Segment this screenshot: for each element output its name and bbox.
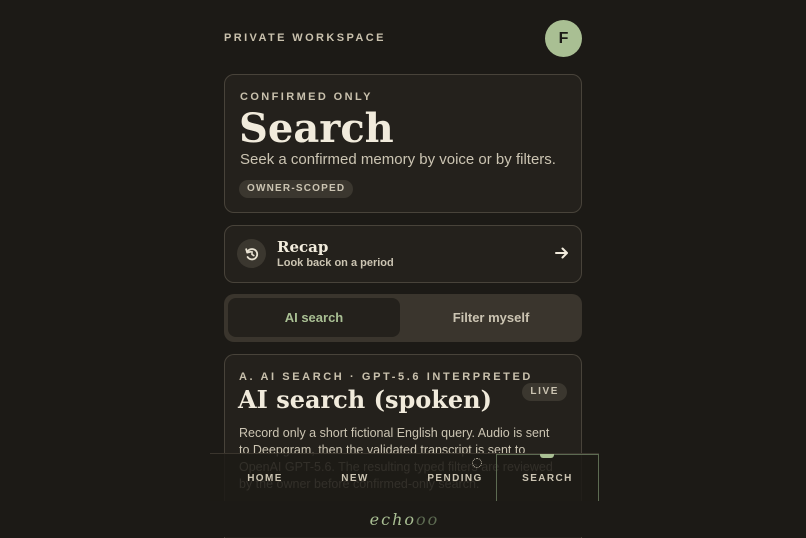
hero-card: CONFIRMED ONLY Search Seek a confirmed m… bbox=[224, 74, 582, 213]
logo-dim: oo bbox=[416, 509, 440, 529]
avatar[interactable]: F bbox=[545, 20, 582, 57]
search-mode-tabs: AI search Filter myself bbox=[224, 294, 582, 342]
active-tab-indicator bbox=[540, 454, 554, 458]
tab-ai-search[interactable]: AI search bbox=[228, 298, 400, 337]
recap-subtitle: Look back on a period bbox=[277, 257, 394, 269]
ai-card-title: AI search (spoken) bbox=[238, 385, 492, 414]
ai-kicker: A. AI SEARCH · GPT-5.6 INTERPRETED bbox=[239, 371, 533, 383]
logo-strong: echo bbox=[369, 509, 417, 529]
live-badge: LIVE bbox=[522, 383, 567, 401]
page-subtitle: Seek a confirmed memory by voice or by f… bbox=[240, 151, 556, 168]
recap-card[interactable]: Recap Look back on a period bbox=[224, 225, 582, 283]
history-icon bbox=[237, 239, 266, 268]
workspace-label: PRIVATE WORKSPACE bbox=[224, 32, 386, 44]
app-logo: echooo bbox=[370, 510, 440, 529]
footer: echooo bbox=[210, 501, 599, 537]
owner-scoped-badge: OWNER-SCOPED bbox=[239, 180, 354, 198]
bottom-nav: HOME NEW PENDING SEARCH bbox=[210, 453, 599, 502]
tab-filter-myself[interactable]: Filter myself bbox=[405, 298, 577, 337]
nav-search[interactable]: SEARCH bbox=[496, 454, 599, 502]
nav-pending[interactable]: PENDING bbox=[415, 454, 495, 502]
page-title: Search bbox=[239, 105, 394, 152]
top-bar: PRIVATE WORKSPACE F bbox=[224, 20, 582, 57]
hero-kicker: CONFIRMED ONLY bbox=[240, 91, 373, 103]
nav-new[interactable]: NEW bbox=[320, 454, 390, 502]
nav-home[interactable]: HOME bbox=[230, 454, 300, 502]
arrow-right-icon bbox=[555, 247, 568, 259]
recap-title: Recap bbox=[277, 238, 329, 256]
